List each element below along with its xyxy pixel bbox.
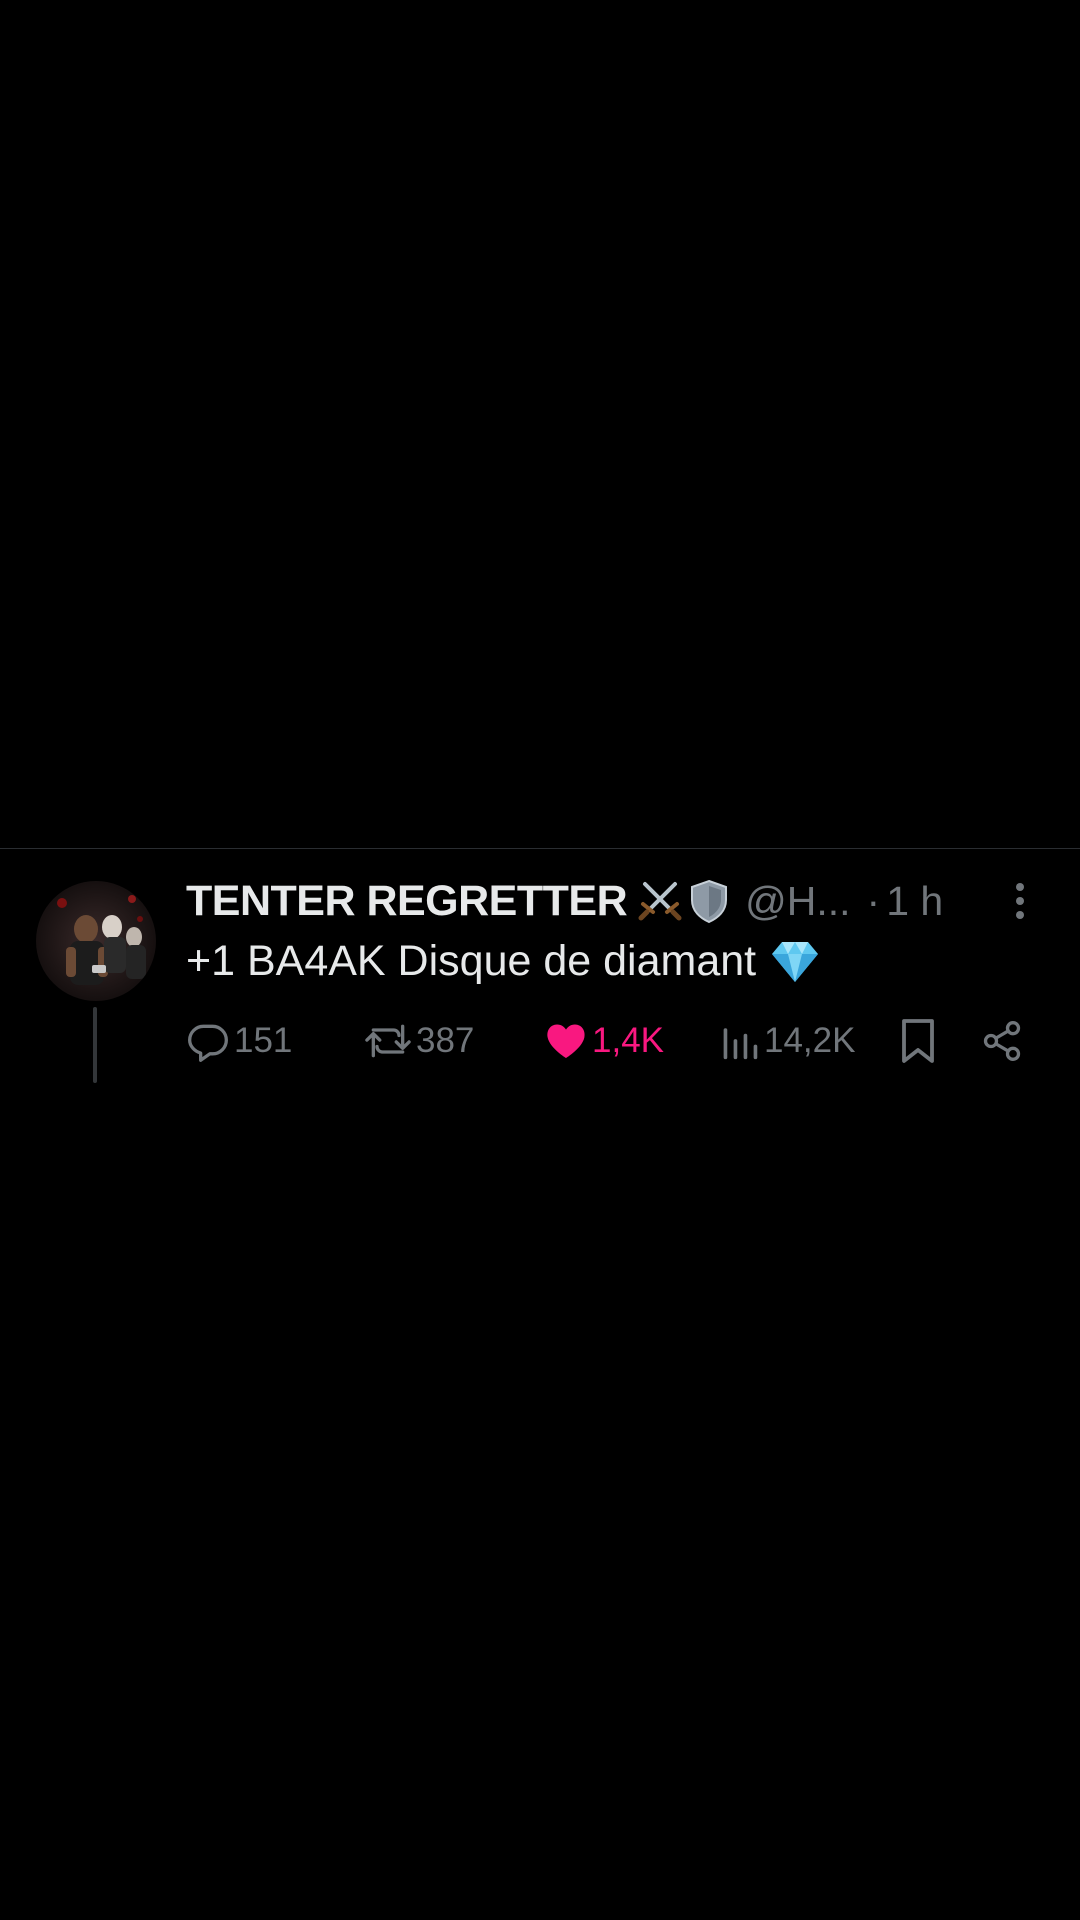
reply-button[interactable]: 151: [186, 1017, 292, 1065]
bookmark-button[interactable]: [898, 1017, 942, 1065]
crossed-swords-icon: [637, 878, 683, 924]
display-name[interactable]: TENTER REGRETTER: [186, 877, 628, 926]
repost-count: 387: [416, 1021, 475, 1060]
more-options-icon[interactable]: [1004, 879, 1036, 923]
post-timestamp[interactable]: 1 h: [886, 878, 943, 925]
gem-icon: [770, 938, 820, 984]
post-text: +1 BA4AK Disque de diamant: [186, 937, 757, 985]
post-header: TENTER REGRETTER @H... · 1 h: [186, 873, 1046, 929]
views-count: 14,2K: [764, 1021, 856, 1060]
avatar[interactable]: [36, 881, 156, 1001]
bookmark-icon: [898, 1017, 938, 1065]
separator-dot: ·: [866, 877, 881, 924]
views-button[interactable]: 14,2K: [720, 1017, 855, 1065]
shield-icon: [687, 878, 731, 924]
share-button[interactable]: [980, 1017, 1028, 1065]
screen: TENTER REGRETTER @H... · 1 h +1 BA4AK Di…: [0, 0, 1080, 1920]
heart-icon: [544, 1019, 588, 1063]
reply-count: 151: [234, 1021, 293, 1060]
repost-icon: [364, 1019, 412, 1063]
share-icon: [980, 1019, 1024, 1063]
post-text-container: +1 BA4AK Disque de diamant: [186, 933, 1046, 989]
post[interactable]: TENTER REGRETTER @H... · 1 h +1 BA4AK Di…: [0, 849, 1080, 1089]
repost-button[interactable]: 387: [364, 1017, 474, 1065]
like-button[interactable]: 1,4K: [544, 1017, 664, 1065]
like-count: 1,4K: [592, 1021, 664, 1060]
reply-icon: [186, 1019, 230, 1063]
post-actions: 151 387 1,4K 14,2K: [186, 1017, 1046, 1065]
thread-line: [93, 1007, 97, 1083]
user-handle[interactable]: @H...: [745, 878, 850, 925]
views-icon: [720, 1019, 760, 1063]
